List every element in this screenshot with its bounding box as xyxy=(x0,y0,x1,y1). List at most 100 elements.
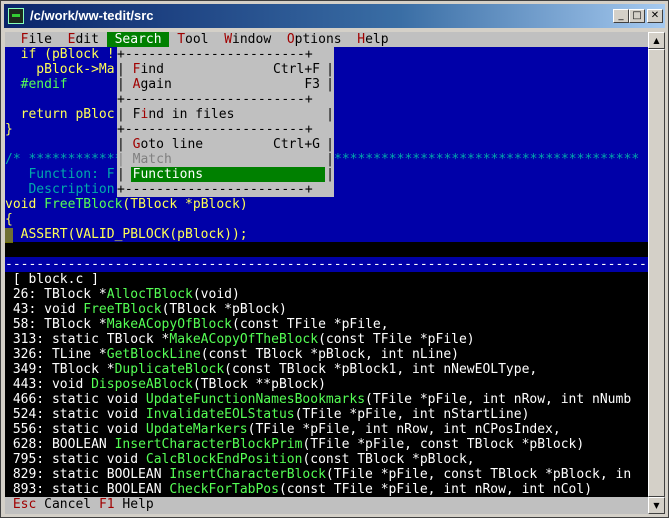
menu-item-find-in-files[interactable]: | Find in files | xyxy=(117,107,334,122)
menu-edit[interactable]: Edit xyxy=(60,32,107,47)
function-list-item[interactable]: 524: static void InvalidateEOLStatus(TFi… xyxy=(5,407,648,422)
function-list-item[interactable]: 349: TBlock *DuplicateBlock(const TBlock… xyxy=(5,362,648,377)
function-name: FreeTBlock xyxy=(44,197,123,212)
function-list-item[interactable]: 313: static TBlock *MakeACopyOfTheBlock(… xyxy=(5,332,648,347)
menu-separator: +-----------------------+ xyxy=(117,122,313,137)
status-label[interactable]: Cancel xyxy=(36,497,99,512)
editor-line: ASSERT(VALID_PBLOCK(pBlock)); xyxy=(5,227,648,242)
function-list-header: [ block.c ] xyxy=(5,272,99,287)
menu-hotkey: W xyxy=(224,32,233,47)
application-window: /c/work/ww-tedit/src _ □ ✕ File Edit Sea… xyxy=(0,0,669,518)
menu-border: +-----------------------+ xyxy=(117,182,313,197)
function-name: InsertCharacterBlockPrim xyxy=(114,437,303,452)
menu-border: +-----------------------+ xyxy=(117,47,313,62)
close-button[interactable]: ✕ xyxy=(647,9,663,23)
menu-search[interactable]: Search xyxy=(106,32,170,47)
menu-options[interactable]: Options xyxy=(279,32,349,47)
editor-line: void FreeTBlock(TBlock *pBlock) xyxy=(5,197,648,212)
menu-hotkey: H xyxy=(357,32,366,47)
menu-border: | xyxy=(326,77,334,92)
function-list-item[interactable]: 556: static void UpdateMarkers(TFile *pF… xyxy=(5,422,648,437)
function-list-item[interactable]: 326: TLine *GetBlockLine(const TBlock *p… xyxy=(5,347,648,362)
menu-tool[interactable]: Tool xyxy=(169,32,216,47)
function-name: DisposeABlock xyxy=(91,377,193,392)
menu-item-match: | Match | xyxy=(117,152,334,167)
menu-hotkey: i xyxy=(140,107,149,122)
menu-item-label: | Goto line xyxy=(117,137,204,152)
status-key-f1: F1 xyxy=(98,497,115,512)
search-menu-dropdown: +-----------------------+ | Find Ctrl+F | | … xyxy=(117,47,334,197)
title-bar[interactable]: /c/work/ww-tedit/src _ □ ✕ xyxy=(4,4,665,28)
function-list-item[interactable]: 893: static BOOLEAN CheckForTabPos(const… xyxy=(5,482,648,497)
editor-line: { xyxy=(5,212,648,227)
line-number: 58: xyxy=(5,317,37,332)
line-number: 556: xyxy=(5,422,45,437)
maximize-button[interactable]: □ xyxy=(629,9,645,23)
menu-border: | xyxy=(326,152,334,167)
menu-separator: +-----------------------+ xyxy=(117,92,313,107)
line-number: 893: xyxy=(5,482,45,497)
menu-hotkey: O xyxy=(286,32,295,47)
menu-border: | xyxy=(326,62,334,77)
menu-border: | xyxy=(326,107,334,122)
menu-bar: File Edit Search Tool Window Options Hel… xyxy=(5,32,648,47)
scrollbar-thumb[interactable] xyxy=(648,49,665,497)
text-cursor xyxy=(5,228,13,243)
menu-border: | xyxy=(326,167,334,182)
status-key-esc: Esc xyxy=(12,497,37,512)
function-list-item[interactable]: 26: TBlock *AllocTBlock(void) xyxy=(5,287,648,302)
line-number: 313: xyxy=(5,332,45,347)
menu-hotkey: S xyxy=(114,32,123,47)
menu-item-find[interactable]: | Find Ctrl+F | xyxy=(117,62,334,77)
function-list-item[interactable]: 443: void DisposeABlock(TBlock **pBlock) xyxy=(5,377,648,392)
line-number: 795: xyxy=(5,452,45,467)
menu-item-again[interactable]: | Again F3 | xyxy=(117,77,334,92)
function-name: DuplicateBlock xyxy=(114,362,225,377)
line-number: 829: xyxy=(5,467,45,482)
menu-file[interactable]: File xyxy=(5,32,60,47)
scroll-down-arrow-icon[interactable]: ▼ xyxy=(648,497,665,514)
menu-item-shortcut: Ctrl+F xyxy=(273,62,320,77)
menu-item-goto-line[interactable]: | Goto line Ctrl+G | xyxy=(117,137,334,152)
minimize-button[interactable]: _ xyxy=(613,9,629,23)
terminal-app-icon xyxy=(8,8,24,24)
menu-item-label: | Again xyxy=(117,77,172,92)
menu-hotkey: T xyxy=(177,32,186,47)
function-list-item[interactable]: 628: BOOLEAN InsertCharacterBlockPrim(TF… xyxy=(5,437,648,452)
menu-text: Match xyxy=(132,152,172,167)
window-title: /c/work/ww-tedit/src xyxy=(30,8,154,23)
vertical-scrollbar[interactable]: ▲ ▼ xyxy=(648,32,665,514)
menu-hotkey: A xyxy=(132,77,141,92)
menu-window[interactable]: Window xyxy=(216,32,279,47)
function-name: UpdateFunctionNamesBookmarks xyxy=(145,392,366,407)
function-name: CalcBlockEndPosition xyxy=(145,452,303,467)
menu-hotkey: E xyxy=(67,32,76,47)
line-number: 349: xyxy=(5,362,45,377)
function-list-item[interactable]: 795: static void CalcBlockEndPosition(co… xyxy=(5,452,648,467)
function-name: AllocTBlock xyxy=(106,287,193,302)
line-number: 26: xyxy=(5,287,37,302)
function-list-item[interactable]: 829: static BOOLEAN InsertCharacterBlock… xyxy=(5,467,648,482)
status-bar: Esc Cancel F1 Help xyxy=(5,497,648,514)
menu-item-label: | Find in files xyxy=(117,107,235,122)
line-number: 628: xyxy=(5,437,45,452)
status-label[interactable]: Help xyxy=(115,497,162,512)
menu-help[interactable]: Help xyxy=(349,32,388,47)
scroll-up-arrow-icon[interactable]: ▲ xyxy=(648,32,665,49)
pane-separator: ----------------------------------------… xyxy=(5,257,648,272)
function-list-item[interactable]: 466: static void UpdateFunctionNamesBook… xyxy=(5,392,648,407)
function-list-item[interactable]: 43: void FreeTBlock(TBlock *pBlock) xyxy=(5,302,648,317)
line-number: 326: xyxy=(5,347,45,362)
menu-hotkey: F xyxy=(20,32,29,47)
function-name: UpdateMarkers xyxy=(145,422,248,437)
function-name: GetBlockLine xyxy=(106,347,201,362)
menu-item-label: | Match xyxy=(117,152,172,167)
menu-item-shortcut: F3 xyxy=(304,77,320,92)
function-name: CheckForTabPos xyxy=(169,482,279,497)
function-list-item[interactable]: 58: TBlock *MakeACopyOfBlock(const TFile… xyxy=(5,317,648,332)
terminal-screen[interactable]: File Edit Search Tool Window Options Hel… xyxy=(5,32,648,514)
menu-item-shortcut: Ctrl+G xyxy=(273,137,320,152)
menu-item-functions[interactable]: | Functions | xyxy=(117,167,334,182)
function-name: InvalidateEOLStatus xyxy=(145,407,295,422)
menu-text: Functions xyxy=(132,167,204,182)
